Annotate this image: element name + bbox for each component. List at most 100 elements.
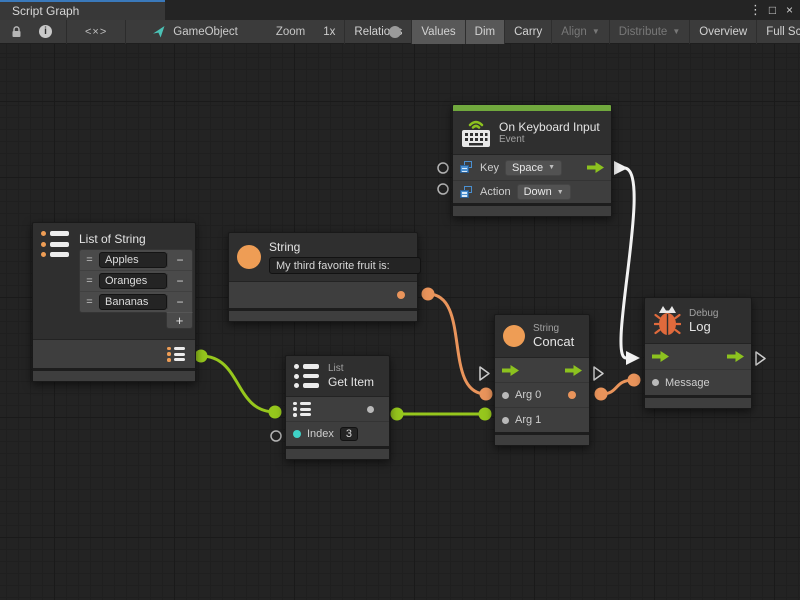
chevron-down-icon: ▼ — [548, 164, 555, 171]
node-debug-log[interactable]: Debug Log Message — [644, 297, 752, 409]
gameobject-button[interactable]: GameObject — [144, 20, 246, 44]
gameobject-label: GameObject — [173, 26, 238, 38]
flow-in-port[interactable] — [502, 365, 519, 376]
node-subtitle: Event — [499, 134, 600, 146]
port-row-arg0: Arg 0 — [495, 382, 589, 407]
list-item-field[interactable]: Apples — [99, 252, 167, 268]
result-output-port[interactable] — [568, 391, 576, 399]
node-title: On Keyboard Input — [499, 120, 600, 134]
string-type-icon — [503, 325, 525, 347]
node-footer — [495, 432, 589, 445]
node-type-label: List — [328, 363, 374, 375]
list-item-field[interactable]: Bananas — [99, 294, 167, 310]
inspect-button[interactable]: i — [31, 20, 60, 44]
toolbar-toggle-group: Relations Values Dim Carry Align▼ Distri… — [344, 20, 800, 44]
arg0-label: Arg 0 — [515, 389, 541, 401]
lock-button[interactable] — [2, 20, 31, 44]
port-row-key: Key Space▼ — [453, 155, 611, 180]
values-button[interactable]: Values — [412, 20, 465, 44]
node-header[interactable]: List of String = Apples − = Oranges − = … — [33, 223, 195, 339]
zoom-value: 1x — [323, 26, 335, 38]
node-string-literal[interactable]: String My third favorite fruit is: — [228, 232, 418, 322]
index-input-port[interactable] — [293, 430, 301, 438]
drag-handle-icon[interactable]: = — [80, 254, 99, 266]
node-header[interactable]: String Concat — [495, 315, 589, 357]
arg1-input-port[interactable] — [502, 417, 509, 424]
zoom-label: Zoom — [276, 26, 305, 38]
port-row-flow — [645, 344, 751, 369]
flow-in-port[interactable] — [652, 351, 669, 362]
window-controls: ⋮ □ × — [747, 0, 798, 20]
arg0-input-port[interactable] — [502, 392, 509, 399]
node-header[interactable]: List Get Item — [286, 356, 389, 396]
flow-out-port[interactable] — [587, 162, 604, 173]
node-title: Concat — [533, 335, 574, 349]
bug-icon — [654, 305, 681, 336]
dim-button[interactable]: Dim — [466, 20, 505, 44]
list-item-row: = Bananas − — [80, 291, 192, 312]
code-view-button[interactable]: <×> — [77, 20, 115, 44]
action-dropdown[interactable]: Down▼ — [517, 184, 571, 200]
list-item-field[interactable]: Oranges — [99, 273, 167, 289]
zoom-slider-handle[interactable] — [389, 26, 401, 38]
index-label: Index — [307, 428, 334, 440]
chevron-down-icon: ▼ — [592, 27, 600, 36]
string-list-widget: = Apples − = Oranges − = Bananas − + — [79, 249, 193, 313]
node-header[interactable]: On Keyboard Input Event — [453, 111, 611, 154]
item-output-port[interactable] — [367, 406, 374, 413]
list-icon — [41, 231, 71, 257]
node-title: List of String — [79, 232, 146, 246]
tab-bar: Script Graph ⋮ □ × — [0, 0, 800, 20]
string-value-field[interactable]: My third favorite fruit is: — [269, 257, 421, 274]
node-footer — [286, 446, 389, 459]
string-output-port[interactable] — [397, 291, 405, 299]
add-item-button[interactable]: + — [166, 312, 193, 329]
carry-button[interactable]: Carry — [505, 20, 552, 44]
index-value-field[interactable]: 3 — [340, 427, 358, 441]
window-maximize-icon[interactable]: □ — [764, 0, 781, 20]
port-row-message: Message — [645, 369, 751, 395]
list-input-port[interactable] — [293, 402, 312, 417]
string-type-icon — [237, 245, 261, 269]
relations-button[interactable]: Relations — [345, 20, 412, 44]
remove-item-button[interactable]: − — [167, 295, 192, 309]
port-row-flow — [495, 358, 589, 382]
chevron-down-icon: ▼ — [672, 27, 680, 36]
node-get-item[interactable]: List Get Item Index 3 — [285, 355, 390, 460]
key-label: Key — [480, 162, 499, 174]
port-row-list-output — [33, 340, 195, 368]
drag-handle-icon[interactable]: = — [80, 275, 99, 287]
node-type-label: Debug — [689, 308, 718, 320]
flow-out-port[interactable] — [727, 351, 744, 362]
port-row-index: Index 3 — [286, 421, 389, 446]
flow-out-port[interactable] — [565, 365, 582, 376]
message-label: Message — [665, 377, 710, 389]
node-footer — [229, 308, 417, 321]
tab-title: Script Graph — [12, 4, 79, 18]
port-row-string-output — [229, 282, 417, 308]
key-dropdown[interactable]: Space▼ — [505, 160, 562, 176]
node-title: Log — [689, 320, 718, 334]
node-on-keyboard-input[interactable]: On Keyboard Input Event Key Space▼ Actio… — [452, 104, 612, 217]
distribute-dropdown[interactable]: Distribute▼ — [610, 20, 691, 44]
fullscreen-button[interactable]: Full Scre — [757, 20, 800, 44]
align-dropdown[interactable]: Align▼ — [552, 20, 610, 44]
window-menu-icon[interactable]: ⋮ — [747, 0, 764, 20]
node-concat[interactable]: String Concat Arg 0 Arg 1 — [494, 314, 590, 446]
remove-item-button[interactable]: − — [167, 274, 192, 288]
arg1-label: Arg 1 — [515, 414, 541, 426]
node-header[interactable]: Debug Log — [645, 298, 751, 343]
list-output-port[interactable] — [167, 347, 186, 362]
node-list-of-string[interactable]: List of String = Apples − = Oranges − = … — [32, 222, 196, 382]
node-title: String — [269, 240, 421, 254]
remove-item-button[interactable]: − — [167, 253, 192, 267]
node-footer — [33, 368, 195, 381]
code-icon: <×> — [85, 26, 107, 38]
overview-button[interactable]: Overview — [690, 20, 757, 44]
tab-script-graph[interactable]: Script Graph — [0, 0, 165, 20]
drag-handle-icon[interactable]: = — [80, 296, 99, 308]
window-close-icon[interactable]: × — [781, 0, 798, 20]
node-header[interactable]: String My third favorite fruit is: — [229, 233, 417, 281]
message-input-port[interactable] — [652, 379, 659, 386]
list-icon — [294, 364, 320, 388]
